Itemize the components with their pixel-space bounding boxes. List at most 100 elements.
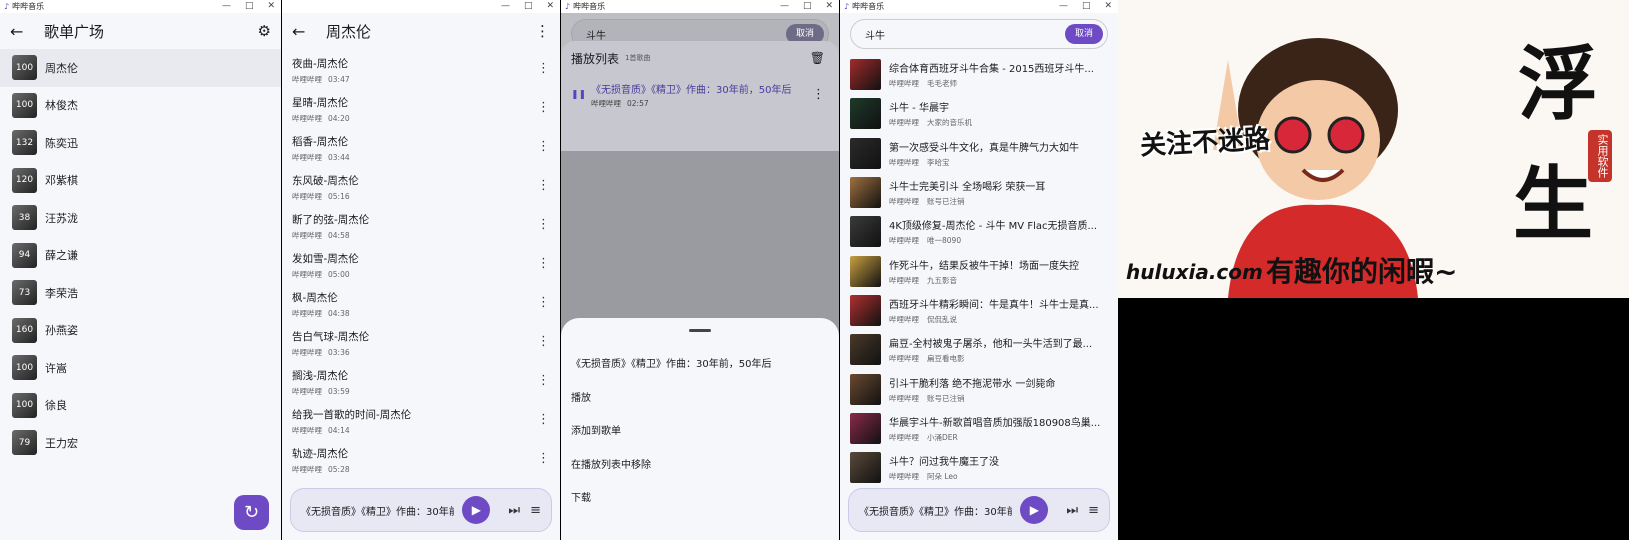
search-result-item[interactable]: 华晨宇斗牛-新歌首唱音质加强版180908鸟巢... 哔哩哔哩 小涌DER	[840, 409, 1118, 448]
artist-item[interactable]: 38 汪苏泷	[0, 199, 281, 237]
song-item[interactable]: 告白气球-周杰伦 哔哩哔哩 03:36 ⋮	[282, 322, 560, 361]
artist-item[interactable]: 100 林俊杰	[0, 87, 281, 125]
song-meta: 哔哩哔哩 03:47	[292, 75, 350, 84]
music-note-icon: ♪	[844, 2, 850, 11]
song-item[interactable]: 枫-周杰伦 哔哩哔哩 04:38 ⋮	[282, 283, 560, 322]
more-vert-icon[interactable]: ⋮	[537, 295, 550, 310]
more-vert-icon[interactable]: ⋮	[537, 451, 550, 466]
mini-player[interactable]: 《无损音质》《精卫》作曲：30年前，50年后 ▶ ⏭ ≡	[848, 488, 1110, 532]
close-button[interactable]: ✕	[1104, 0, 1112, 13]
more-vert-icon[interactable]: ⋮	[537, 412, 550, 427]
menu-item-play[interactable]: 播放	[561, 380, 839, 414]
song-item[interactable]: 稻香-周杰伦 哔哩哔哩 03:44 ⋮	[282, 127, 560, 166]
refresh-button[interactable]: ↻	[234, 495, 269, 530]
drag-handle[interactable]	[689, 329, 711, 332]
search-result-item[interactable]: 第一次感受斗牛文化，真是牛脾气力大如牛 哔哩哔哩 李哈宝	[840, 134, 1118, 173]
back-arrow-icon[interactable]: ←	[292, 22, 316, 41]
more-vert-icon[interactable]: ⋮	[537, 217, 550, 232]
more-vert-icon[interactable]: ⋮	[537, 178, 550, 193]
search-result-item[interactable]: 综合体育西班牙斗牛合集 - 2015西班牙斗牛... 哔哩哔哩 毛毛老师	[840, 55, 1118, 94]
window-playlist-square: ♪ 哔哔音乐 — □ ✕ ← 歌单广场 ⚙ 100 周杰伦 100 林俊杰 132 …	[0, 0, 281, 540]
title-bar[interactable]: ♪ 哔哔音乐 — □ ✕	[0, 0, 281, 13]
maximize-button[interactable]: □	[1082, 0, 1091, 13]
title-bar[interactable]: ♪ 哔哔音乐 — □ ✕	[840, 0, 1118, 13]
result-thumbnail	[850, 255, 881, 287]
window-playlist-sheet: ♪ 哔哔音乐 — □ ✕ 斗牛 取消 播放列表 1首歌曲 🗑 ❚❚ 《无损音质》…	[561, 0, 839, 540]
artist-name: 徐良	[45, 399, 67, 413]
close-button[interactable]: ✕	[267, 0, 275, 13]
maximize-button[interactable]: □	[245, 0, 254, 13]
search-result-item[interactable]: 作死斗牛，结果反被牛干掉！场面一度失控 哔哩哔哩 九五影音	[840, 251, 1118, 290]
menu-item-remove[interactable]: 在播放列表中移除	[561, 447, 839, 481]
artist-item[interactable]: 94 薛之谦	[0, 237, 281, 275]
minimize-button[interactable]: —	[1059, 0, 1068, 13]
app-name: 哔哔音乐	[573, 2, 606, 11]
artist-item[interactable]: 79 王力宏	[0, 424, 281, 462]
song-item[interactable]: 东风破-周杰伦 哔哩哔哩 05:16 ⋮	[282, 166, 560, 205]
close-button[interactable]: ✕	[825, 0, 833, 13]
more-vert-icon[interactable]: ⋮	[537, 256, 550, 271]
more-vert-icon[interactable]: ⋮	[535, 22, 550, 40]
title-bar[interactable]: — □ ✕	[282, 0, 560, 13]
artist-item[interactable]: 120 邓紫棋	[0, 162, 281, 200]
artist-item[interactable]: 132 陈奕迅	[0, 124, 281, 162]
menu-item-add-to-playlist[interactable]: 添加到歌单	[561, 413, 839, 447]
search-result-item[interactable]: 扁豆-全村被鬼子屠杀，他和一头牛活到了最... 哔哩哔哩 扁豆看电影	[840, 330, 1118, 369]
title-bar[interactable]: ♪ 哔哔音乐 — □ ✕	[561, 0, 839, 13]
settings-gear-icon[interactable]: ⚙	[258, 22, 271, 40]
mini-player[interactable]: 《无损音质》《精卫》作曲：30年前，50年后 ▶ ⏭ ≡	[290, 488, 552, 532]
search-result-item[interactable]: 斗牛？问过我牛魔王了没 哔哩哔哩 阿朵 Leo	[840, 448, 1118, 487]
song-item[interactable]: 星晴-周杰伦 哔哩哔哩 04:20 ⋮	[282, 88, 560, 127]
minimize-button[interactable]: —	[501, 0, 510, 13]
playlist-item-title: 《无损音质》《精卫》作曲：30年前，50年后	[591, 85, 792, 96]
search-result-item[interactable]: 斗牛 - 华晨宇 哔哩哔哩 大家的音乐机	[840, 94, 1118, 133]
app-bar: ← 周杰伦 ⋮	[282, 13, 560, 49]
pause-icon[interactable]: ❚❚	[571, 90, 591, 100]
song-item[interactable]: 发如雪-周杰伦 哔哩哔哩 05:00 ⋮	[282, 244, 560, 283]
play-icon[interactable]: ▶	[1020, 496, 1049, 524]
more-vert-icon[interactable]: ⋮	[537, 139, 550, 154]
song-item[interactable]: 轨迹-周杰伦 哔哩哔哩 05:28 ⋮	[282, 439, 560, 478]
search-result-item[interactable]: 西班牙斗牛精彩瞬间：牛是真牛！斗牛士是真... 哔哩哔哩 侃侃乱说	[840, 291, 1118, 330]
cancel-button[interactable]: 取消	[1064, 24, 1103, 44]
trash-icon[interactable]: 🗑	[810, 51, 825, 65]
skip-next-icon[interactable]: ⏭	[1066, 503, 1078, 518]
more-vert-icon[interactable]: ⋮	[537, 61, 550, 76]
close-button[interactable]: ✕	[546, 0, 554, 13]
queue-music-icon[interactable]: ≡	[1088, 503, 1099, 518]
song-item[interactable]: 断了的弦-周杰伦 哔哩哔哩 04:58 ⋮	[282, 205, 560, 244]
song-item[interactable]: 搁浅-周杰伦 哔哩哔哩 03:59 ⋮	[282, 361, 560, 400]
artist-item[interactable]: 73 李荣浩	[0, 274, 281, 312]
more-vert-icon[interactable]: ⋮	[812, 87, 825, 102]
song-item[interactable]: 给我一首歌的时间-周杰伦 哔哩哔哩 04:14 ⋮	[282, 400, 560, 439]
song-item[interactable]: 夜曲-周杰伦 哔哩哔哩 03:47 ⋮	[282, 49, 560, 88]
search-input[interactable]: 斗牛 取消	[850, 19, 1108, 49]
maximize-button[interactable]: □	[524, 0, 533, 13]
promo-slogan: 关注不迷路	[1139, 124, 1271, 162]
minimize-button[interactable]: —	[222, 0, 231, 13]
artist-item[interactable]: 100 周杰伦	[0, 49, 281, 87]
search-result-item[interactable]: 4K顶级修复-周杰伦 - 斗牛 MV Flac无损音质... 哔哩哔哩 唯一809…	[840, 212, 1118, 251]
artist-item[interactable]: 160 孙燕姿	[0, 312, 281, 350]
artist-item[interactable]: 100 徐良	[0, 387, 281, 425]
artist-item[interactable]: 100 许嵩	[0, 349, 281, 387]
more-vert-icon[interactable]: ⋮	[537, 334, 550, 349]
refresh-icon: ↻	[243, 502, 260, 523]
search-result-item[interactable]: 斗牛士完美引斗 全场喝彩 荣获一耳 哔哩哔哩 账号已注销	[840, 173, 1118, 212]
song-title: 星晴-周杰伦	[292, 97, 349, 109]
menu-item-download[interactable]: 下载	[561, 480, 839, 514]
more-vert-icon[interactable]: ⋮	[537, 100, 550, 115]
artist-name: 许嵩	[45, 361, 67, 375]
more-vert-icon[interactable]: ⋮	[537, 373, 550, 388]
search-result-item[interactable]: 引斗干脆利落 绝不拖泥带水 一剑毙命 哔哩哔哩 账号已注销	[840, 369, 1118, 408]
minimize-button[interactable]: —	[780, 0, 789, 13]
playlist-panel: 播放列表 1首歌曲 🗑 ❚❚ 《无损音质》《精卫》作曲：30年前，50年后 哔哩…	[561, 41, 839, 151]
queue-music-icon[interactable]: ≡	[530, 503, 541, 518]
skip-next-icon[interactable]: ⏭	[508, 503, 520, 518]
play-icon[interactable]: ▶	[462, 496, 491, 524]
back-arrow-icon[interactable]: ←	[10, 22, 34, 41]
playlist-item[interactable]: ❚❚ 《无损音质》《精卫》作曲：30年前，50年后 哔哩哔哩 02:57 ⋮	[561, 75, 839, 115]
maximize-button[interactable]: □	[803, 0, 812, 13]
artist-name: 李荣浩	[45, 286, 78, 300]
bottom-sheet-menu: 《无损音质》《精卫》作曲：30年前，50年后 播放 添加到歌单 在播放列表中移除…	[561, 318, 839, 540]
